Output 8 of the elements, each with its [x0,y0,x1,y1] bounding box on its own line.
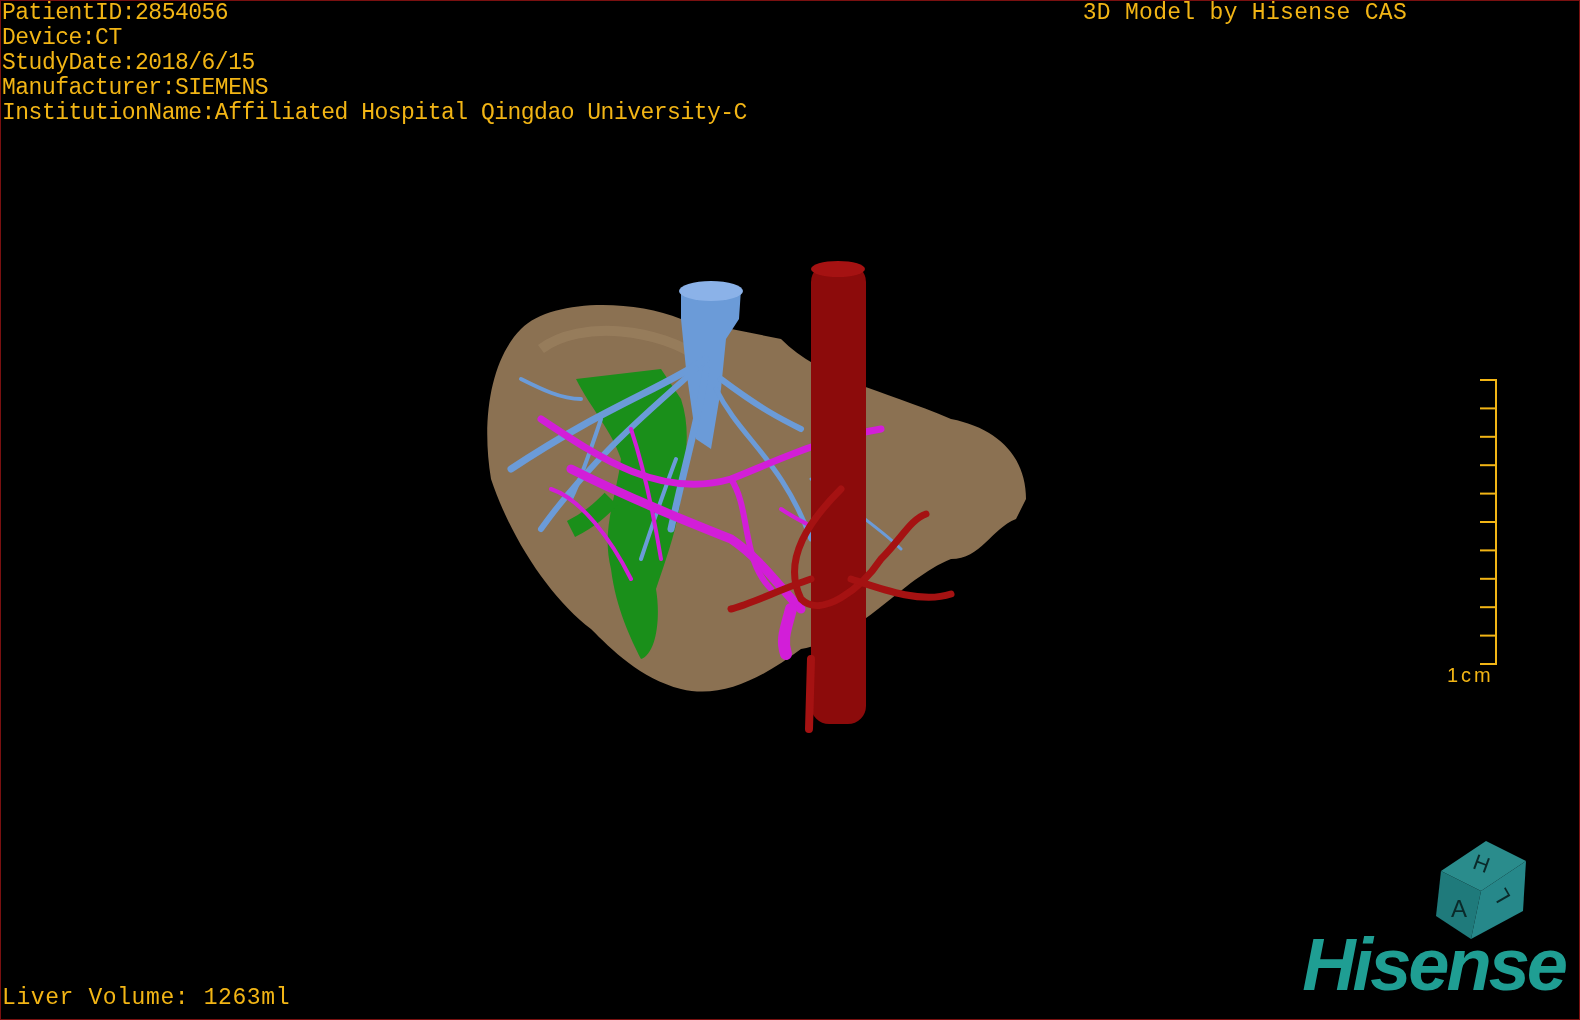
study-info-line: StudyDate:2018/6/15 [2,51,256,76]
scale-label: 1cm [1447,665,1494,685]
study-info-line: InstitutionName:Affiliated Hospital Qingdao University-C [2,101,747,126]
study-info-line: Manufacturer:SIEMENS [2,76,270,101]
study-info-line: Device:CT [2,26,123,51]
liver-volume: Liver Volume: 1263ml [2,986,291,1011]
model-caption: 3D Model by Hisense CAS [1082,1,1407,26]
study-info-line: PatientID:2854056 [2,1,230,26]
